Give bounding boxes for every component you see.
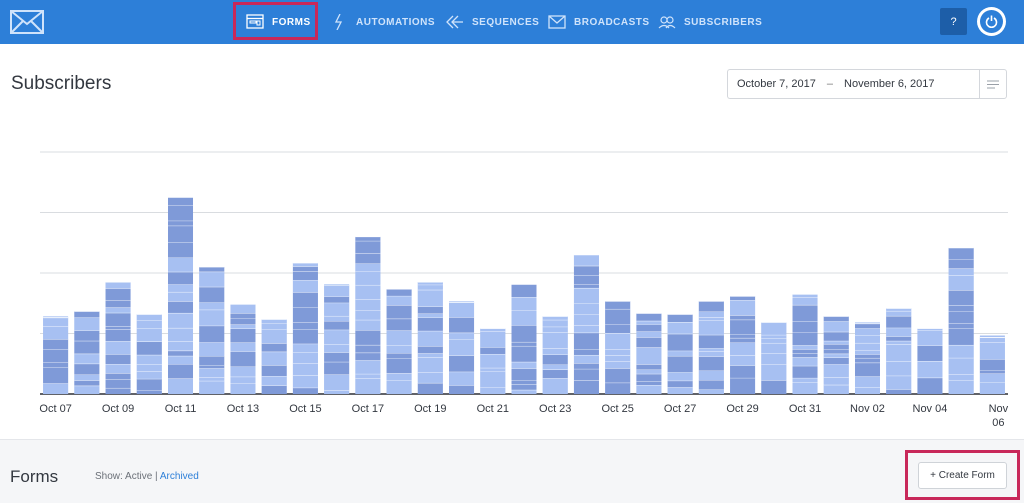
forms-section: Forms Show: Active | Archived + Create F… [0,439,1024,503]
create-form-button[interactable]: + Create Form [918,462,1007,489]
bar-oct-22[interactable] [511,283,537,394]
nav-subscribers-label: SUBSCRIBERS [684,16,763,28]
show-label: Show: [95,471,123,482]
bar-nov-04[interactable] [917,328,943,394]
date-menu-button[interactable] [979,69,1007,99]
nav-automations-label: AUTOMATIONS [356,16,436,28]
date-start: October 7, 2017 [737,78,816,90]
chart-x-labels: Oct 07 Oct 09 Oct 11 Oct 13 Oct 15 Oct 17 Oct … [39,403,1008,429]
double-arrow-icon [446,15,463,29]
bar-oct-19[interactable] [417,281,443,394]
nav-broadcasts-label: BROADCASTS [574,16,650,28]
filter-active[interactable]: Active [125,471,152,482]
bar-oct-26[interactable] [636,312,662,394]
bar-oct-16[interactable] [324,284,350,394]
top-nav-bar: FORMS AUTOMATIONS SEQUENCES BROADCASTS S… [0,0,1024,44]
x-tick-label: Oct 21 [477,403,509,415]
bar-oct-11[interactable] [168,196,194,394]
forms-title: Forms [10,467,59,486]
x-tick-label: Oct 25 [601,403,633,415]
filter-archived[interactable]: Archived [160,471,199,482]
power-icon [985,15,998,28]
envelope-icon [548,15,566,29]
x-tick-label: Oct 23 [539,403,571,415]
x-tick-label: 06 [992,417,1004,429]
bar-oct-23[interactable] [542,315,568,394]
bar-oct-20[interactable] [449,301,475,394]
bar-oct-27[interactable] [667,313,693,394]
bar-oct-09[interactable] [105,281,131,394]
date-separator: – [826,78,834,90]
bar-oct-18[interactable] [386,288,412,394]
x-tick-label: Oct 27 [664,403,696,415]
x-tick-label: Nov 02 [850,403,885,415]
bar-oct-14[interactable] [261,318,287,394]
x-tick-label: Oct 11 [165,403,197,415]
filter-divider: | [155,471,158,482]
nav-broadcasts[interactable]: BROADCASTS [548,0,650,44]
menu-lines-icon [987,80,999,88]
help-button[interactable]: ? [940,8,967,35]
bar-oct-31[interactable] [792,293,818,394]
date-range-picker[interactable]: October 7, 2017 – November 6, 2017 [727,69,980,99]
bar-oct-07[interactable] [43,316,69,394]
x-tick-label: Oct 15 [289,403,321,415]
date-end: November 6, 2017 [844,78,935,90]
forms-filter: Show: Active | Archived [95,471,199,482]
bar-oct-10[interactable] [136,313,162,394]
x-tick-label: Oct 19 [414,403,446,415]
users-icon [658,16,676,29]
x-tick-label: Oct 13 [227,403,259,415]
bar-oct-30[interactable] [761,322,787,394]
bar-nov-02[interactable] [854,322,880,394]
forms-highlight-box [233,2,318,40]
bar-oct-24[interactable] [573,254,599,394]
bar-oct-28[interactable] [698,300,724,394]
x-tick-label: Nov 04 [913,403,948,415]
bar-nov-05[interactable] [948,247,974,394]
bar-oct-15[interactable] [292,262,318,394]
bar-nov-06[interactable] [979,335,1005,394]
bar-oct-25[interactable] [605,300,631,394]
x-tick-label: Oct 31 [789,403,821,415]
envelope-logo-icon[interactable] [10,9,44,35]
x-tick-label: Oct 07 [39,403,71,415]
chart-bars [43,196,1005,394]
nav-subscribers[interactable]: SUBSCRIBERS [658,0,762,44]
nav-sequences-label: SEQUENCES [472,16,540,28]
bar-oct-21[interactable] [480,328,506,394]
bar-nov-01[interactable] [823,315,849,394]
nav-sequences[interactable]: SEQUENCES [446,0,539,44]
bar-oct-17[interactable] [355,236,381,394]
bar-oct-29[interactable] [730,295,756,394]
bar-oct-08[interactable] [74,310,100,394]
x-tick-label: Nov [989,403,1009,415]
account-button[interactable] [977,7,1006,36]
page-title: Subscribers [11,73,112,94]
x-tick-label: Oct 29 [726,403,758,415]
bar-oct-12[interactable] [199,266,225,394]
bar-nov-03[interactable] [886,307,912,394]
x-tick-label: Oct 09 [102,403,134,415]
subscribers-chart: Oct 07 Oct 09 Oct 11 Oct 13 Oct 15 Oct 17 Oct … [39,151,1009,429]
x-tick-label: Oct 17 [352,403,384,415]
bar-oct-13[interactable] [230,303,256,394]
nav-automations[interactable]: AUTOMATIONS [330,0,435,44]
lightning-icon [334,14,343,30]
